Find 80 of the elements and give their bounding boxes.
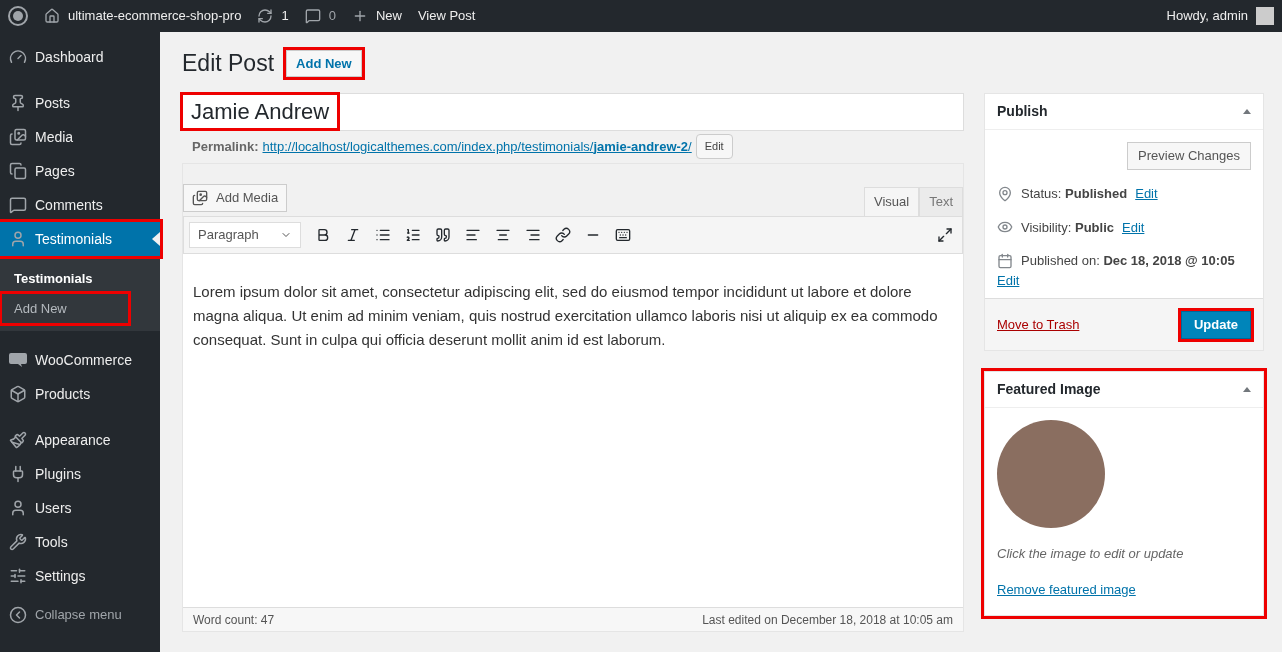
submenu-item[interactable]: Testimonials — [2, 264, 128, 294]
sidebar-item[interactable]: Comments — [0, 188, 160, 222]
move-to-trash-link[interactable]: Move to Trash — [997, 314, 1080, 335]
toolbar-toggle-icon[interactable] — [615, 226, 631, 243]
comments-count[interactable]: 0 — [328, 6, 336, 26]
media-icon — [192, 189, 208, 206]
sidebar-item[interactable]: Settings — [0, 559, 160, 593]
permalink-link[interactable]: http://localhost/logicalthemes.com/index.php/testimonials/jamie-andrew-2/ — [262, 136, 692, 157]
add-new-button[interactable]: Add New — [286, 49, 362, 77]
featured-image-title: Featured Image — [997, 380, 1101, 399]
pages-icon — [9, 162, 27, 180]
greeting-link[interactable]: Howdy, admin — [1166, 6, 1248, 26]
logo-icon[interactable] — [8, 6, 28, 26]
speech-bubble-icon — [9, 196, 27, 214]
home-icon[interactable] — [44, 8, 60, 24]
sidebar-item[interactable]: Appearance — [0, 423, 160, 457]
user-icon — [9, 499, 27, 517]
bold-icon[interactable] — [315, 226, 331, 243]
remove-featured-image-link[interactable]: Remove featured image — [997, 579, 1136, 599]
word-count: Word count: 47 — [193, 611, 275, 629]
visibility-text: Visibility: Public — [1021, 218, 1114, 237]
collapse-icon[interactable] — [1243, 109, 1251, 114]
last-edited: Last edited on December 18, 2018 at 10:05 am — [702, 611, 953, 629]
publish-title: Publish — [997, 102, 1048, 121]
edit-permalink-button[interactable]: Edit — [695, 134, 733, 159]
published-text: Published on: Dec 18, 2018 @ 10:05 — [1021, 252, 1235, 270]
pointer-icon — [152, 232, 160, 246]
collapse-icon — [9, 605, 27, 624]
page-title: Edit Post — [182, 49, 275, 78]
editor-tab[interactable]: Visual — [863, 186, 920, 216]
updates-count[interactable]: 1 — [281, 6, 289, 26]
settings-icon — [9, 567, 27, 585]
wrench-icon — [9, 533, 27, 551]
title-field[interactable]: Jamie Andrew — [182, 92, 964, 131]
format-select[interactable]: Paragraph — [189, 221, 301, 248]
permalink-label: Permalink: — [192, 137, 259, 156]
media-icon — [9, 128, 27, 146]
numbered-list-icon[interactable] — [405, 226, 421, 243]
collapse-icon[interactable] — [1243, 387, 1251, 392]
add-media-button[interactable]: Add Media — [183, 183, 288, 212]
user-icon — [9, 230, 27, 248]
post-content[interactable]: Lorem ipsum dolor sit amet, consectetur adipiscing elit, sed do eiusmod tempor incididunt ut labore et dolore magna aliqua. Ut enim ad minim veniam, quis nostrud exercitation ullamco laboris nisi ut aliquip ex ea commodo consequat. Sunt in culpa qui officia deserunt mollit anim id est laborum. — [193, 279, 953, 352]
sidebar-item[interactable]: Dashboard — [0, 40, 160, 74]
preview-changes-button[interactable]: Preview Changes — [1127, 142, 1251, 170]
italic-icon[interactable] — [345, 226, 361, 243]
box-icon — [9, 385, 27, 403]
link-icon[interactable] — [555, 226, 571, 243]
updates-icon[interactable] — [257, 8, 274, 24]
sidebar-item[interactable]: Products — [0, 377, 160, 411]
sidebar-item[interactable]: Users — [0, 491, 160, 525]
sidebar-item[interactable]: Media — [0, 120, 160, 154]
collapse-label: Collapse menu — [35, 606, 122, 624]
sidebar-item[interactable]: Testimonials — [0, 222, 160, 256]
gauge-icon — [9, 48, 27, 66]
status-text: Status: Published — [1021, 185, 1128, 203]
update-button[interactable]: Update — [1180, 310, 1251, 339]
collapse-menu-button[interactable]: Collapse menu — [0, 605, 160, 625]
submenu-item[interactable]: Add New — [2, 293, 128, 323]
pin-icon — [997, 185, 1013, 202]
edit-link[interactable]: Edit — [1135, 184, 1158, 204]
sidebar-item[interactable]: WooCommerce — [0, 343, 160, 377]
view-post-link[interactable]: View Post — [417, 6, 476, 26]
sidebar-item[interactable]: Posts — [0, 86, 160, 120]
speech-bubble-icon — [9, 353, 27, 367]
brush-icon — [9, 431, 27, 449]
edit-link[interactable]: Edit — [1122, 217, 1145, 237]
sidebar-item[interactable]: Pages — [0, 154, 160, 188]
title-value: Jamie Andrew — [183, 95, 338, 128]
sidebar-item[interactable]: Plugins — [0, 457, 160, 491]
editor-tab[interactable]: Text — [919, 186, 963, 216]
edit-link[interactable]: Edit — [997, 272, 1020, 288]
comments-icon[interactable] — [304, 8, 321, 24]
quote-icon[interactable] — [435, 226, 451, 243]
sidebar-item[interactable]: Tools — [0, 525, 160, 559]
calendar-icon — [997, 252, 1013, 269]
featured-image-hint: Click the image to edit or update — [997, 545, 1185, 563]
pin-icon — [9, 94, 27, 112]
new-link[interactable]: New — [375, 6, 402, 26]
site-name-link[interactable]: ultimate-ecommerce-shop-pro — [68, 6, 242, 26]
fullscreen-icon[interactable] — [937, 226, 953, 243]
